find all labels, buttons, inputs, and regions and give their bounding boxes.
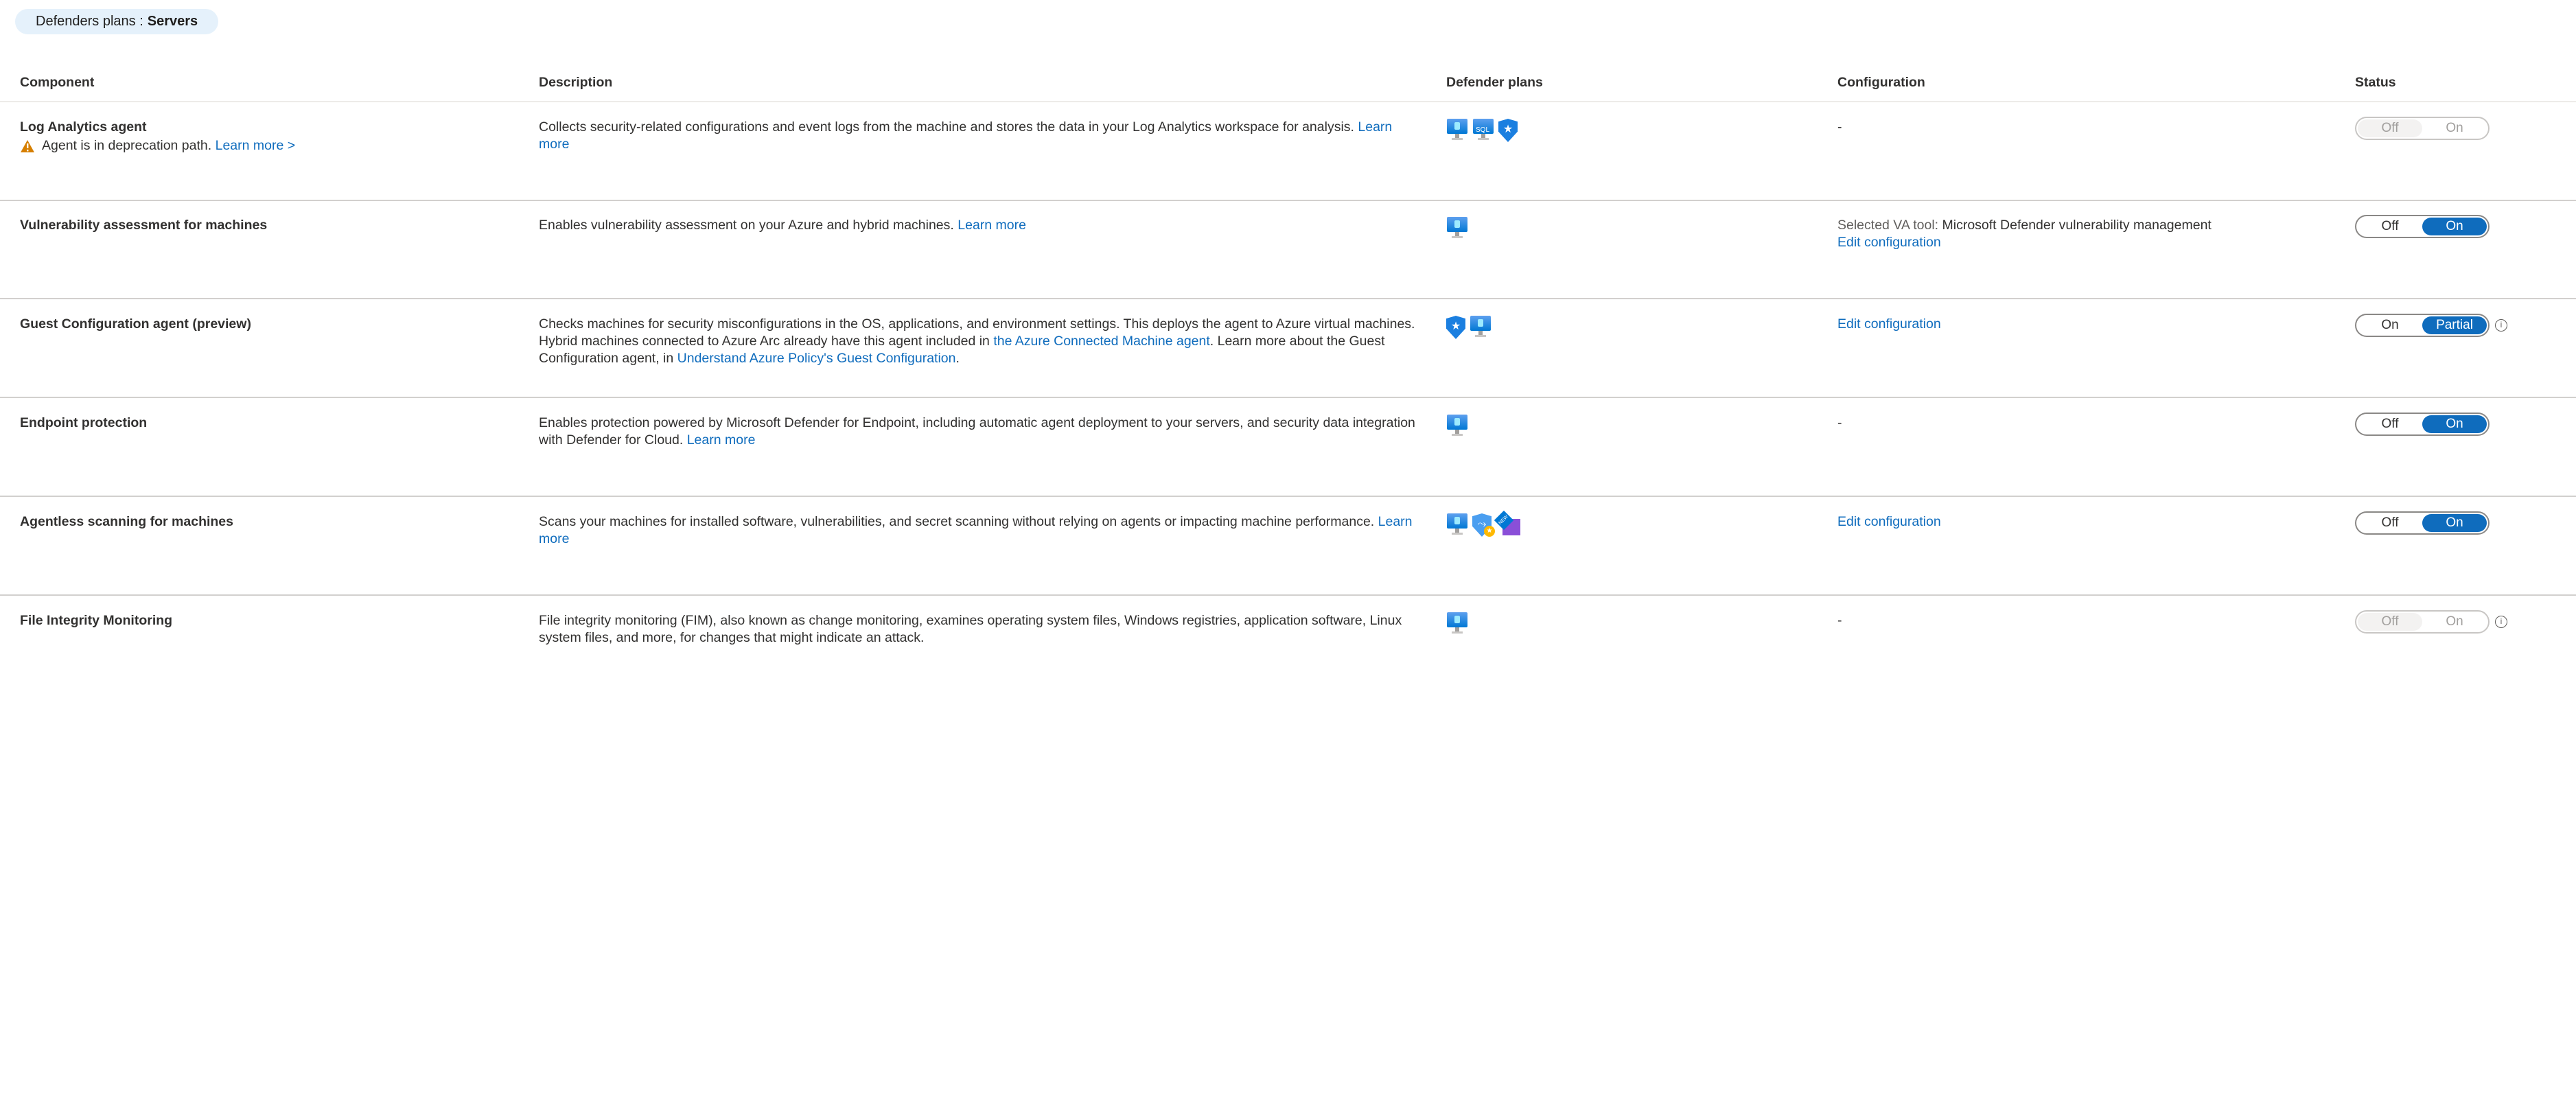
- servers-monitor-icon: [1446, 217, 1468, 239]
- servers-monitor-icon: [1470, 316, 1492, 338]
- header-configuration: Configuration: [1837, 75, 1925, 90]
- edit-configuration-link[interactable]: Edit configuration: [1837, 514, 1941, 529]
- configuration-value: -: [1837, 119, 1842, 135]
- component-name: Endpoint protection: [20, 415, 148, 430]
- sql-monitor-icon: SQL: [1472, 119, 1494, 141]
- va-tool-label: Selected VA tool:: [1837, 218, 1939, 233]
- status-toggle[interactable]: Off On: [2355, 215, 2490, 238]
- deprecation-learn-more-link[interactable]: Learn more >: [216, 138, 296, 153]
- va-tool-value: Microsoft Defender vulnerability managem…: [1942, 218, 2212, 233]
- table-row: Log Analytics agent Agent is in deprecat…: [0, 102, 2576, 201]
- breadcrumb-prefix: Defenders plans :: [36, 14, 143, 29]
- toggle-off[interactable]: Off: [2358, 119, 2422, 137]
- learn-more-link[interactable]: Learn more: [958, 218, 1026, 233]
- configuration-value: -: [1837, 613, 1842, 628]
- servers-monitor-icon: [1446, 612, 1468, 634]
- component-name: File Integrity Monitoring: [20, 613, 173, 628]
- description: Collects security-related configurations…: [539, 119, 1354, 135]
- info-icon[interactable]: i: [2495, 616, 2507, 628]
- servers-monitor-icon: [1446, 415, 1468, 437]
- description: Scans your machines for installed softwa…: [539, 514, 1375, 529]
- status-toggle[interactable]: Off On: [2355, 117, 2490, 140]
- configuration-value: -: [1837, 415, 1842, 430]
- description: File integrity monitoring (FIM), also kn…: [539, 613, 1402, 645]
- toggle-on[interactable]: On: [2422, 613, 2487, 631]
- servers-monitor-icon: [1446, 119, 1468, 141]
- component-name: Log Analytics agent: [20, 119, 147, 135]
- defender-plans: [1446, 612, 1468, 634]
- description: Enables vulnerability assessment on your…: [539, 218, 954, 233]
- description: Enables protection powered by Microsoft …: [539, 415, 1415, 448]
- defender-plans: SQL ★: [1446, 119, 1518, 142]
- defender-plans: ★: [1446, 316, 1492, 339]
- table-row: File Integrity Monitoring File integrity…: [0, 596, 2576, 695]
- toggle-on[interactable]: On: [2422, 514, 2487, 532]
- defender-plans: [1446, 217, 1468, 239]
- containers-new-icon: NEW: [1494, 510, 1522, 537]
- guest-configuration-link[interactable]: Understand Azure Policy's Guest Configur…: [677, 351, 956, 366]
- toggle-off[interactable]: Off: [2358, 514, 2422, 532]
- edit-configuration-link[interactable]: Edit configuration: [1837, 235, 1941, 250]
- defender-plans: ⤳ ★ NEW: [1446, 510, 1522, 537]
- component-name: Guest Configuration agent (preview): [20, 316, 251, 332]
- table-row: Endpoint protection Enables protection p…: [0, 398, 2576, 497]
- table-row: Guest Configuration agent (preview) Chec…: [0, 299, 2576, 398]
- toggle-on[interactable]: On: [2422, 415, 2487, 433]
- status-toggle[interactable]: Off On: [2355, 610, 2490, 634]
- component-name: Vulnerability assessment for machines: [20, 218, 268, 233]
- status-toggle[interactable]: Off On: [2355, 511, 2490, 535]
- defender-shield-icon: ★: [1498, 119, 1518, 142]
- toggle-off[interactable]: Off: [2358, 218, 2422, 235]
- toggle-off[interactable]: Off: [2358, 415, 2422, 433]
- warning-text: Agent is in deprecation path.: [42, 138, 212, 153]
- learn-more-link[interactable]: Learn more: [687, 432, 756, 448]
- table-row: Agentless scanning for machines Scans yo…: [0, 497, 2576, 596]
- toggle-off[interactable]: Off: [2358, 613, 2422, 631]
- edit-configuration-link[interactable]: Edit configuration: [1837, 316, 1941, 332]
- component-name: Agentless scanning for machines: [20, 514, 234, 529]
- breadcrumb-pill: Defenders plans : Servers: [15, 9, 219, 34]
- defender-plans: [1446, 415, 1468, 437]
- description-end: .: [955, 351, 960, 366]
- header-component: Component: [20, 75, 95, 90]
- header-status: Status: [2355, 75, 2396, 90]
- header-defender-plans: Defender plans: [1446, 75, 1543, 90]
- header-description: Description: [539, 75, 613, 90]
- breadcrumb-current: Servers: [147, 14, 198, 29]
- toggle-on[interactable]: On: [2358, 316, 2422, 334]
- toggle-on[interactable]: On: [2422, 119, 2487, 137]
- table-row: Vulnerability assessment for machines En…: [0, 200, 2576, 299]
- status-toggle[interactable]: On Partial: [2355, 314, 2490, 337]
- warning-icon: [21, 139, 34, 152]
- info-icon[interactable]: i: [2495, 319, 2507, 332]
- azure-connected-machine-agent-link[interactable]: the Azure Connected Machine agent: [993, 334, 1209, 349]
- toggle-on[interactable]: On: [2422, 218, 2487, 235]
- table-header: Component Description Defender plans Con…: [0, 72, 2576, 102]
- toggle-partial[interactable]: Partial: [2422, 316, 2487, 334]
- servers-monitor-icon: [1446, 513, 1468, 535]
- status-toggle[interactable]: Off On: [2355, 413, 2490, 436]
- cspm-shield-icon: ⤳ ★: [1472, 513, 1495, 537]
- defender-shield-icon: ★: [1446, 316, 1465, 339]
